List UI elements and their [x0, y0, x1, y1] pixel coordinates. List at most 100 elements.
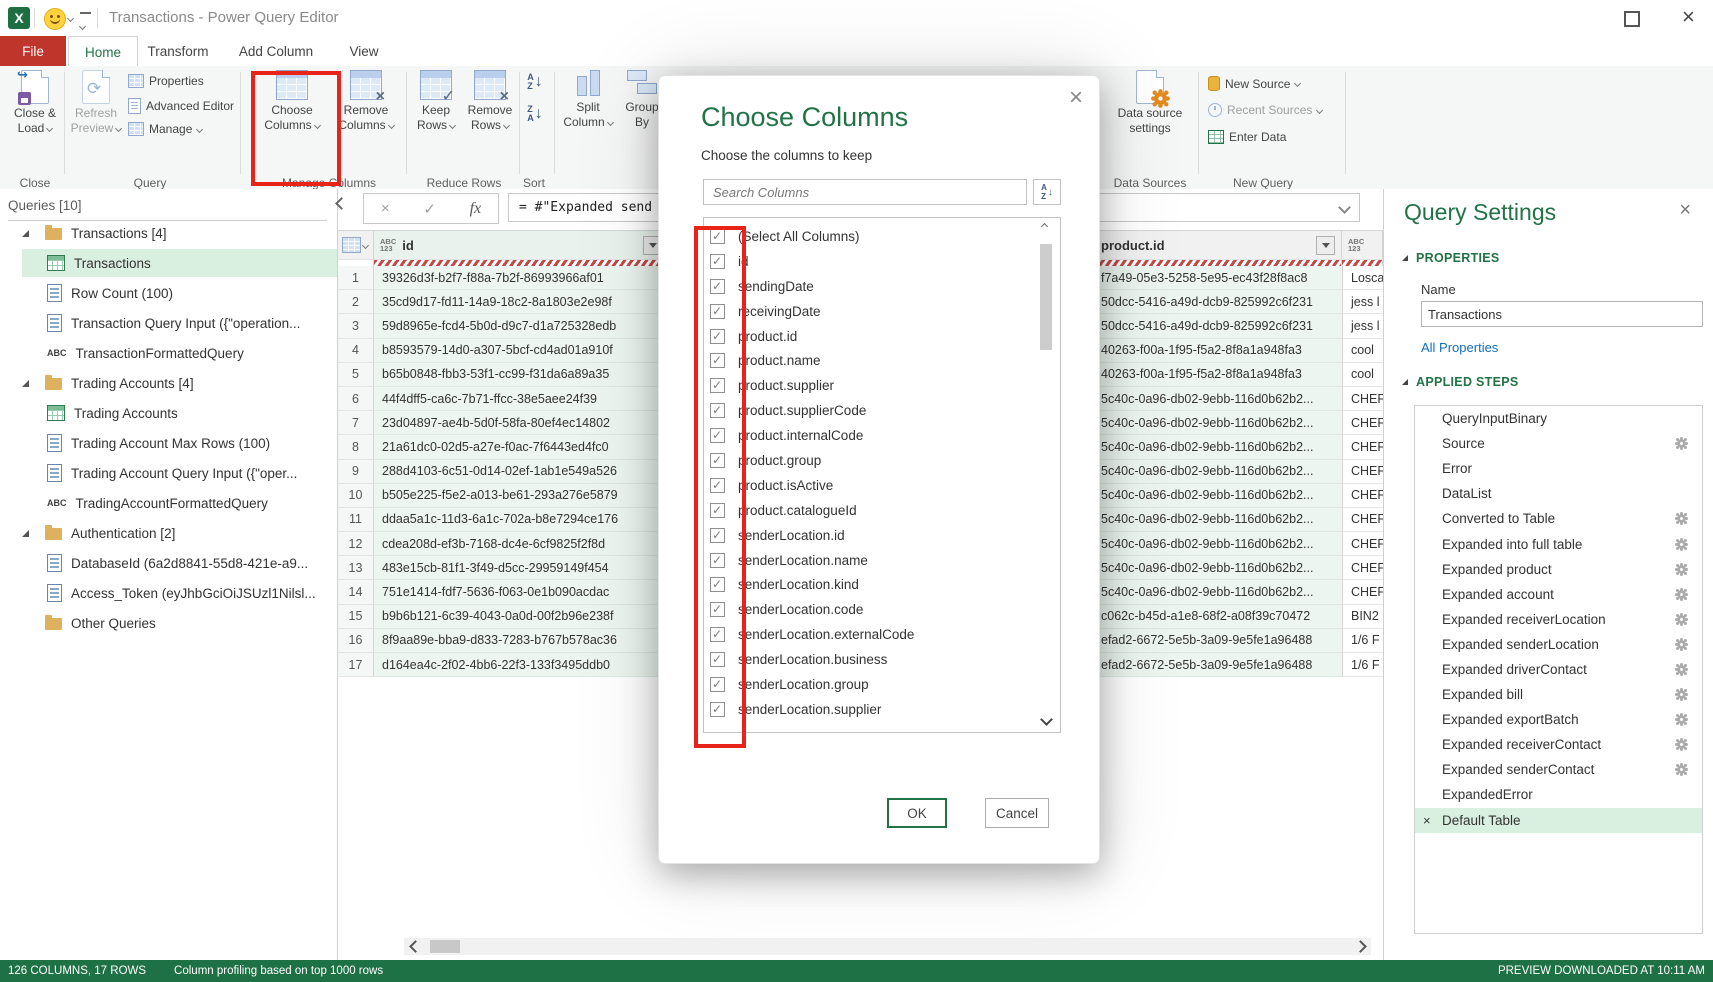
- cell-id[interactable]: 483e15cb-81f1-3f49-d5cc-29959149f454: [374, 556, 669, 580]
- checkbox-checked-icon[interactable]: [710, 353, 725, 368]
- applied-step[interactable]: Converted to Table: [1415, 506, 1702, 531]
- cell-partial[interactable]: Losca: [1342, 266, 1383, 290]
- cell-product-id[interactable]: efad2-6672-5e5b-3a09-9e5fe1a96488: [1065, 629, 1342, 653]
- row-number[interactable]: 11: [338, 508, 374, 532]
- cell-partial[interactable]: CHEF: [1342, 508, 1383, 532]
- checkbox-checked-icon[interactable]: [710, 403, 725, 418]
- checkbox-checked-icon[interactable]: [710, 528, 725, 543]
- query-name-input[interactable]: [1421, 301, 1703, 327]
- dialog-close-icon[interactable]: ×: [1069, 84, 1083, 112]
- applied-step[interactable]: Error: [1415, 456, 1702, 481]
- row-number[interactable]: 5: [338, 363, 374, 387]
- recent-sources-button[interactable]: Recent Sources: [1208, 103, 1322, 117]
- applied-step-selected[interactable]: × Default Table: [1415, 808, 1702, 833]
- query-group-transactions[interactable]: Transactions [4]: [0, 218, 337, 248]
- dialog-sort-button[interactable]: A Z↓: [1033, 179, 1061, 205]
- applied-step[interactable]: Expanded exportBatch: [1415, 707, 1702, 732]
- status-profiling[interactable]: Column profiling based on top 1000 rows: [174, 965, 383, 977]
- select-all-cell[interactable]: [338, 231, 374, 259]
- column-checkbox-item[interactable]: sendingDate: [704, 274, 1060, 299]
- cell-id[interactable]: 44f4dff5-ca6c-7b71-ffcc-38e5aee24f39: [374, 387, 669, 411]
- column-checkbox-item[interactable]: senderLocation.group: [704, 672, 1060, 697]
- cell-partial[interactable]: 1/6 F: [1342, 629, 1383, 653]
- sort-ascending-button[interactable]: A Z↓: [522, 70, 548, 94]
- cell-partial[interactable]: CHEF: [1342, 532, 1383, 556]
- query-item-transaction-formatted-query[interactable]: ABCTransactionFormattedQuery: [0, 338, 337, 368]
- cell-product-id[interactable]: 40263-f00a-1f95-f5a2-8f8a1a948fa3: [1065, 363, 1342, 387]
- checkbox-checked-icon[interactable]: [710, 627, 725, 642]
- query-group-trading-accounts[interactable]: Trading Accounts [4]: [0, 368, 337, 398]
- cell-partial[interactable]: jess l: [1342, 290, 1383, 314]
- applied-step[interactable]: Expanded driverContact: [1415, 657, 1702, 682]
- filter-dropdown-icon[interactable]: [1316, 236, 1335, 255]
- cell-product-id[interactable]: c062c-b45d-a1e8-68f2-a08f39c70472: [1065, 605, 1342, 629]
- cell-id[interactable]: 8f9aa89e-bba9-d833-7283-b767b578ac36: [374, 629, 669, 653]
- applied-step[interactable]: Expanded bill: [1415, 682, 1702, 707]
- cell-partial[interactable]: CHEF: [1342, 580, 1383, 604]
- step-settings-gear-icon[interactable]: [1677, 665, 1686, 674]
- query-group-other-queries[interactable]: Other Queries: [0, 608, 337, 638]
- column-header-product-id[interactable]: product.id: [1065, 231, 1342, 259]
- step-settings-gear-icon[interactable]: [1677, 640, 1686, 649]
- formula-commit-icon[interactable]: ✓: [423, 200, 436, 218]
- checkbox-checked-icon[interactable]: [710, 503, 725, 518]
- step-settings-gear-icon[interactable]: [1677, 439, 1686, 448]
- cell-partial[interactable]: CHEF: [1342, 460, 1383, 484]
- cell-id[interactable]: 23d04897-ae4b-5d0f-58fa-80ef4ec14802: [374, 411, 669, 435]
- query-item-trading-account-formatted-query[interactable]: ABCTradingAccountFormattedQuery: [0, 488, 337, 518]
- checkbox-checked-icon[interactable]: [710, 577, 725, 592]
- applied-step[interactable]: Expanded senderContact: [1415, 757, 1702, 782]
- applied-step[interactable]: Expanded account: [1415, 582, 1702, 607]
- step-settings-gear-icon[interactable]: [1677, 615, 1686, 624]
- all-properties-link[interactable]: All Properties: [1421, 340, 1498, 355]
- row-number[interactable]: 17: [338, 653, 374, 677]
- cell-product-id[interactable]: 5c40c-0a96-db02-9ebb-116d0b62b2...: [1065, 580, 1342, 604]
- column-checkbox-item[interactable]: senderLocation.supplier: [704, 697, 1060, 722]
- step-settings-gear-icon[interactable]: [1677, 590, 1686, 599]
- row-number[interactable]: 7: [338, 411, 374, 435]
- properties-section-header[interactable]: PROPERTIES: [1402, 251, 1500, 265]
- step-settings-gear-icon[interactable]: [1677, 765, 1686, 774]
- checkbox-checked-icon[interactable]: [710, 378, 725, 393]
- refresh-preview-button[interactable]: ⟳ Refresh Preview: [70, 70, 122, 136]
- row-number[interactable]: 15: [338, 605, 374, 629]
- maximize-button[interactable]: [1624, 11, 1640, 27]
- tab-file[interactable]: File: [0, 36, 66, 66]
- column-checkbox-item[interactable]: senderLocation.externalCode: [704, 622, 1060, 647]
- split-column-button[interactable]: Split Column: [560, 70, 616, 130]
- cell-partial[interactable]: CHEF: [1342, 435, 1383, 459]
- column-checkbox-item[interactable]: product.catalogueId: [704, 498, 1060, 523]
- step-settings-gear-icon[interactable]: [1677, 514, 1686, 523]
- scroll-down-icon[interactable]: [1040, 713, 1053, 726]
- scroll-right-icon[interactable]: [1349, 942, 1371, 951]
- cell-partial[interactable]: cool: [1342, 363, 1383, 387]
- ok-button[interactable]: OK: [887, 798, 947, 828]
- cell-id[interactable]: 39326d3f-b2f7-f88a-7b2f-86993966af01: [374, 266, 669, 290]
- checkbox-checked-icon[interactable]: [710, 453, 725, 468]
- cell-id[interactable]: b8593579-14d0-a307-5bcf-cd4ad01a910f: [374, 339, 669, 363]
- cell-partial[interactable]: CHEF: [1342, 484, 1383, 508]
- checkbox-checked-icon[interactable]: [710, 304, 725, 319]
- column-checkbox-item[interactable]: product.isActive: [704, 473, 1060, 498]
- query-item-trading-account-query-input[interactable]: Trading Account Query Input ({"oper...: [0, 458, 337, 488]
- column-checkbox-item[interactable]: senderLocation.kind: [704, 572, 1060, 597]
- checkbox-checked-icon[interactable]: [710, 652, 725, 667]
- step-settings-gear-icon[interactable]: [1677, 715, 1686, 724]
- checkbox-checked-icon[interactable]: [710, 229, 725, 244]
- cell-product-id[interactable]: 5c40c-0a96-db02-9ebb-116d0b62b2...: [1065, 387, 1342, 411]
- applied-step[interactable]: Expanded receiverLocation: [1415, 607, 1702, 632]
- column-checkbox-item[interactable]: product.group: [704, 448, 1060, 473]
- tab-add-column[interactable]: Add Column: [228, 36, 324, 66]
- step-settings-gear-icon[interactable]: [1677, 540, 1686, 549]
- cell-partial[interactable]: cool: [1342, 339, 1383, 363]
- row-number[interactable]: 12: [338, 532, 374, 556]
- cell-partial[interactable]: CHEF: [1342, 411, 1383, 435]
- search-columns-input[interactable]: [703, 179, 1027, 205]
- formula-expand-icon[interactable]: [1338, 201, 1351, 214]
- query-item-access-token[interactable]: Access_Token (eyJhbGciOiJSUzl1Nilsl...: [0, 578, 337, 608]
- applied-step[interactable]: Expanded receiverContact: [1415, 732, 1702, 757]
- cell-partial[interactable]: jess l: [1342, 314, 1383, 338]
- column-checkbox-item[interactable]: product.id: [704, 324, 1060, 349]
- cell-product-id[interactable]: 5c40c-0a96-db02-9ebb-116d0b62b2...: [1065, 484, 1342, 508]
- cell-id[interactable]: d164ea4c-2f02-4bb6-22f3-133f3495ddb0: [374, 653, 669, 677]
